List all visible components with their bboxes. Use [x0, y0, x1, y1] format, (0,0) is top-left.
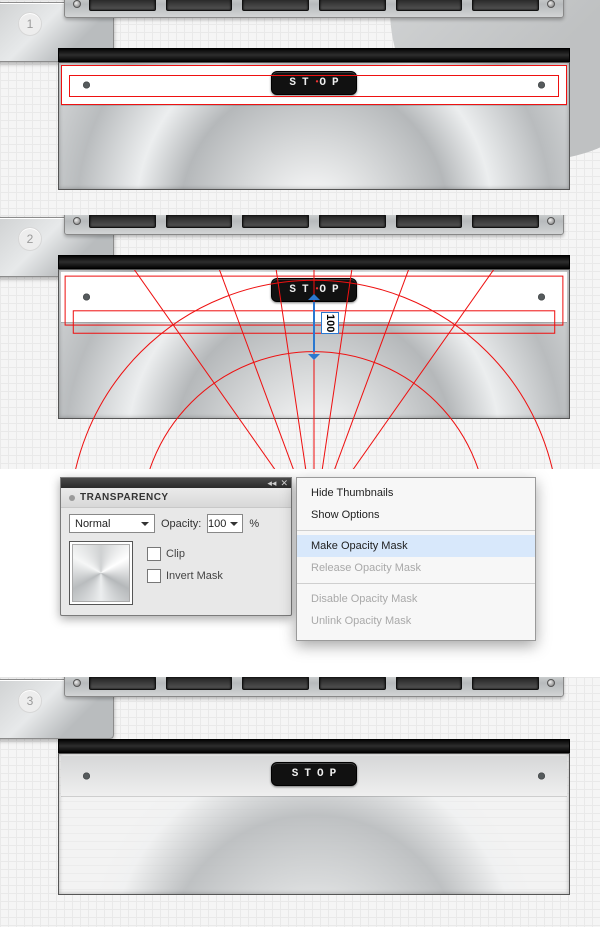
- checkbox-box: [147, 547, 161, 561]
- panel-title: TRANSPARENCY: [61, 488, 291, 508]
- opacity-input[interactable]: 100: [207, 514, 243, 533]
- opacity-thumbnail[interactable]: [69, 541, 133, 605]
- panel-flyout-menu[interactable]: Hide Thumbnails Show Options Make Opacit…: [296, 477, 536, 641]
- stop-p: P: [332, 77, 345, 89]
- invert-label: Invert Mask: [166, 570, 223, 582]
- panel-collapse-icon[interactable]: ◂◂: [267, 479, 276, 488]
- chevron-down-icon: [230, 522, 238, 530]
- white-band: ST•OP: [61, 272, 567, 322]
- step-badge-1: 1: [18, 12, 42, 36]
- stop-o: O: [319, 77, 332, 89]
- panel-area: ◂◂ ✕ TRANSPARENCY Normal Opacity: 100 %: [0, 469, 600, 677]
- step-badge-2: 2: [18, 227, 42, 251]
- divider-strip: [58, 48, 570, 62]
- menu-hide-thumbnails[interactable]: Hide Thumbnails: [297, 482, 535, 504]
- white-band: STOP: [61, 756, 567, 796]
- opacity-label: Opacity:: [161, 518, 201, 530]
- panel-tabbar: ◂◂ ✕: [61, 478, 291, 488]
- vent-plate-top: [64, 215, 564, 235]
- menu-release-opacity-mask: Release Opacity Mask: [297, 557, 535, 579]
- menu-separator: [297, 530, 535, 531]
- front-panel-result: STOP: [58, 753, 570, 895]
- chevron-down-icon: [141, 522, 149, 530]
- transparency-panel[interactable]: ◂◂ ✕ TRANSPARENCY Normal Opacity: 100 %: [60, 477, 292, 616]
- stop-button[interactable]: STOP: [271, 762, 357, 786]
- menu-separator: [297, 583, 535, 584]
- blend-mode-select[interactable]: Normal: [69, 514, 155, 533]
- clip-checkbox[interactable]: Clip: [147, 547, 223, 561]
- stop-dot-icon: •: [315, 285, 320, 294]
- white-band: S T • O P: [61, 65, 567, 105]
- front-panel: S T • O P: [58, 62, 570, 190]
- canvas-step-1: 1 S T • O P: [0, 0, 600, 215]
- step-badge-3: 3: [18, 689, 42, 713]
- menu-show-options[interactable]: Show Options: [297, 504, 535, 526]
- opacity-suffix: %: [249, 518, 259, 530]
- vent-plate-top: [64, 677, 564, 697]
- canvas-step-2: 2 ST•OP: [0, 215, 600, 469]
- front-panel: ST•OP 100: [58, 269, 570, 419]
- stop-dot-icon: •: [315, 78, 320, 87]
- stop-t: T: [302, 77, 315, 89]
- invert-mask-checkbox[interactable]: Invert Mask: [147, 569, 223, 583]
- divider-strip: [58, 255, 570, 269]
- stop-button[interactable]: ST•OP: [271, 278, 357, 302]
- opacity-value: 100: [208, 518, 226, 530]
- stop-s: S: [289, 77, 302, 89]
- canvas-step-3: 3 STOP: [0, 677, 600, 927]
- divider-strip: [58, 739, 570, 753]
- checkbox-box: [147, 569, 161, 583]
- vent-plate-top: [64, 0, 564, 18]
- menu-unlink-opacity-mask: Unlink Opacity Mask: [297, 610, 535, 632]
- stop-button[interactable]: S T • O P: [271, 71, 357, 95]
- menu-disable-opacity-mask: Disable Opacity Mask: [297, 588, 535, 610]
- clip-label: Clip: [166, 548, 185, 560]
- blend-mode-value: Normal: [75, 518, 110, 530]
- menu-make-opacity-mask[interactable]: Make Opacity Mask: [297, 535, 535, 557]
- panel-close-icon[interactable]: ✕: [280, 479, 288, 488]
